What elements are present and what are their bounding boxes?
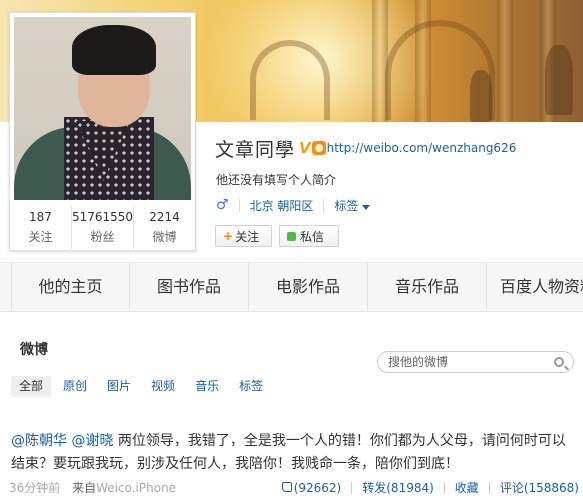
search-icon[interactable]	[554, 357, 564, 367]
member-badge-icon[interactable]	[311, 141, 326, 155]
post-source-prefix: 来自	[72, 481, 97, 495]
male-icon: ♂	[216, 197, 229, 213]
filter-all[interactable]: 全部	[11, 376, 52, 397]
tags-dropdown[interactable]: 标签	[334, 197, 371, 214]
location-link[interactable]: 北京 朝阳区	[250, 197, 314, 214]
post-client-link[interactable]: Weico.iPhone	[96, 481, 176, 495]
tab-movies[interactable]: 电影作品	[249, 263, 368, 311]
stat-label: 微博	[152, 230, 177, 244]
plus-icon: +	[223, 229, 234, 243]
stat-number: 187	[29, 210, 52, 224]
repost-button[interactable]: 转发(81984)	[362, 479, 434, 496]
comment-button[interactable]: 评论(158868)	[500, 479, 579, 496]
stat-label: 关注	[28, 230, 53, 244]
profile-stats: 187 关注 51761550 粉丝 2214 微博	[10, 205, 195, 249]
mention-link[interactable]: @谢晓	[71, 433, 113, 449]
filter-original[interactable]: 原创	[55, 376, 95, 397]
avatar-card: 187 关注 51761550 粉丝 2214 微博	[9, 12, 196, 251]
tab-books[interactable]: 图书作品	[130, 263, 249, 311]
message-label: 私信	[300, 229, 325, 244]
filter-music[interactable]: 音乐	[187, 376, 227, 397]
profile-name-row: 文章同學 V http://weibo.com/wenzhang626	[215, 136, 517, 161]
tab-home[interactable]: 他的主页	[11, 263, 130, 311]
profile-name: 文章同學	[215, 138, 296, 161]
follow-button[interactable]: + 关注	[215, 225, 272, 247]
stat-number: 51761550	[71, 210, 134, 224]
stat-followers[interactable]: 51761550 粉丝	[71, 205, 135, 249]
filter-images[interactable]: 图片	[99, 376, 139, 397]
verified-icon[interactable]: V	[299, 139, 311, 157]
like-count: (92662)	[293, 480, 342, 495]
post-filters: 全部 原创 图片 视频 音乐 标签	[11, 376, 275, 397]
filter-tags[interactable]: 标签	[231, 376, 271, 397]
mention-link[interactable]: @陈朝华	[11, 433, 67, 449]
search-box	[377, 351, 574, 373]
section-title: 微博	[20, 342, 48, 358]
caret-down-icon	[362, 204, 371, 210]
tags-label: 标签	[334, 198, 359, 213]
search-input[interactable]	[388, 355, 538, 369]
like-button[interactable]: (92662)	[281, 480, 342, 495]
avatar[interactable]	[14, 17, 191, 200]
stat-following[interactable]: 187 关注	[10, 205, 72, 249]
message-button[interactable]: 私信	[279, 225, 339, 247]
post-actions: (92662) 转发(81984) 收藏 评论(158868)	[281, 479, 579, 496]
post-time[interactable]: 36分钟前	[9, 481, 60, 495]
tab-music[interactable]: 音乐作品	[368, 263, 487, 311]
profile-url-link[interactable]: http://weibo.com/wenzhang626	[327, 141, 517, 155]
favorite-button[interactable]: 收藏	[455, 479, 479, 496]
profile-meta: ♂ 北京 朝阳区 标签	[216, 196, 371, 214]
message-icon	[287, 231, 296, 241]
stat-posts[interactable]: 2214 微博	[134, 205, 195, 249]
profile-bio: 他还没有填写个人简介	[216, 173, 337, 187]
filter-videos[interactable]: 视频	[143, 376, 183, 397]
stat-number: 2214	[149, 210, 180, 224]
thumbs-up-icon	[281, 481, 292, 492]
follow-label: 关注	[235, 229, 260, 244]
tab-baidu-profile[interactable]: 百度人物资料	[487, 263, 583, 311]
post-text: @陈朝华 @谢晓 两位领导，我错了，全是我一个人的错！你们都为人父母，请问何时可…	[11, 430, 571, 476]
post-footer: 36分钟前 来自Weico.iPhone (92662) 转发(81984) 收…	[9, 479, 579, 497]
stat-label: 粉丝	[90, 230, 115, 244]
profile-tabs: 他的主页 图书作品 电影作品 音乐作品 百度人物资料	[0, 262, 583, 312]
